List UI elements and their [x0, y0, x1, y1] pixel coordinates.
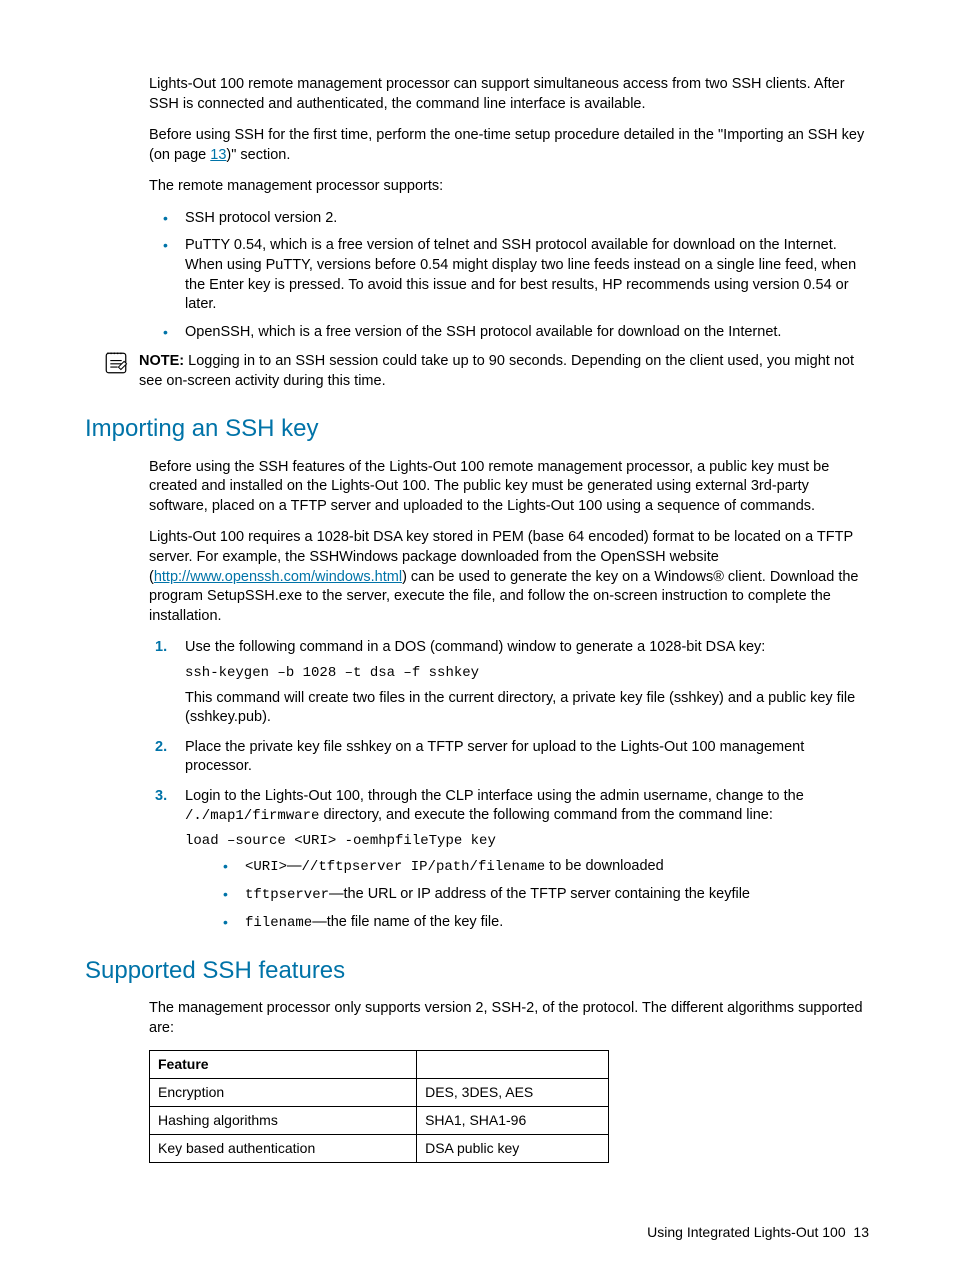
features-table: Feature Encryption DES, 3DES, AES Hashin… [149, 1050, 609, 1163]
intro-section: Lights-Out 100 remote management process… [149, 75, 869, 342]
list-item: SSH protocol version 2. [149, 209, 869, 229]
list-item: <URI>—//tftpserver IP/path/filename to b… [185, 857, 869, 877]
page-link-13[interactable]: 13 [210, 147, 226, 163]
table-row: Key based authentication DSA public key [150, 1135, 609, 1163]
page-footer: Using Integrated Lights-Out 100 13 [85, 1223, 869, 1242]
supported-section: The management processor only supports v… [149, 999, 869, 1163]
openssh-link[interactable]: http://www.openssh.com/windows.html [154, 569, 402, 585]
importing-heading: Importing an SSH key [85, 413, 869, 445]
supported-heading: Supported SSH features [85, 955, 869, 987]
importing-p1: Before using the SSH features of the Lig… [149, 458, 869, 517]
intro-bullets: SSH protocol version 2. PuTTY 0.54, whic… [149, 209, 869, 342]
feature-header: Feature [150, 1051, 417, 1079]
list-item: OpenSSH, which is a free version of the … [149, 323, 869, 343]
table-row: Hashing algorithms SHA1, SHA1-96 [150, 1107, 609, 1135]
note-icon [103, 352, 139, 383]
table-header-row: Feature [150, 1051, 609, 1079]
step-2: Place the private key file sshkey on a T… [149, 738, 869, 777]
note-text: NOTE: Logging in to an SSH session could… [139, 352, 869, 391]
page-number: 13 [853, 1224, 869, 1240]
list-item: tftpserver—the URL or IP address of the … [185, 885, 869, 905]
intro-p2: Before using SSH for the first time, per… [149, 126, 869, 165]
note-block: NOTE: Logging in to an SSH session could… [103, 352, 869, 391]
step-1: Use the following command in a DOS (comm… [149, 638, 869, 728]
step-3: Login to the Lights-Out 100, through the… [149, 787, 869, 933]
intro-p1: Lights-Out 100 remote management process… [149, 75, 869, 114]
value-header [417, 1051, 609, 1079]
importing-steps: Use the following command in a DOS (comm… [149, 638, 869, 933]
intro-p3: The remote management processor supports… [149, 177, 869, 197]
step1-code: ssh-keygen –b 1028 –t dsa –f sshkey [185, 664, 869, 683]
supported-p1: The management processor only supports v… [149, 999, 869, 1038]
table-row: Encryption DES, 3DES, AES [150, 1079, 609, 1107]
list-item: filename—the file name of the key file. [185, 913, 869, 933]
list-item: PuTTY 0.54, which is a free version of t… [149, 236, 869, 314]
step3-code: load –source <URI> -oemhpfileType key [185, 832, 869, 851]
importing-p2: Lights-Out 100 requires a 1028-bit DSA k… [149, 528, 869, 626]
step3-subbullets: <URI>—//tftpserver IP/path/filename to b… [185, 857, 869, 933]
importing-section: Before using the SSH features of the Lig… [149, 458, 869, 933]
